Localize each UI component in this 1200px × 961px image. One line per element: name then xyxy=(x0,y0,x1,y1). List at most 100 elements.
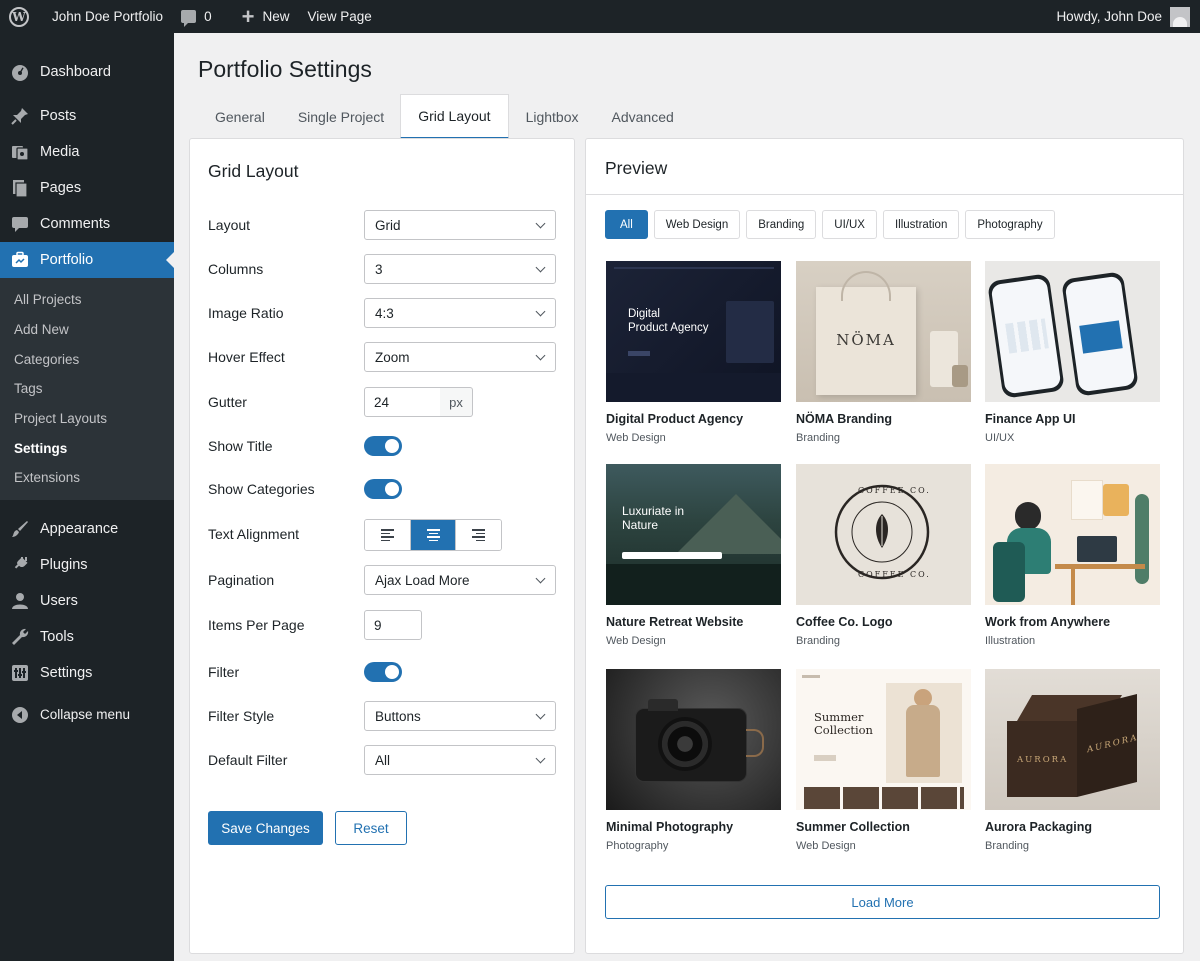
show-title-toggle[interactable] xyxy=(364,436,402,456)
portfolio-item[interactable]: Summer Collection Summer Collection Web … xyxy=(796,669,971,852)
settings-panel-title: Grid Layout xyxy=(208,161,299,181)
collapse-menu-button[interactable]: Collapse menu xyxy=(0,697,174,733)
pin-icon xyxy=(0,107,40,125)
chevron-down-icon xyxy=(535,306,546,317)
thumbnail-image xyxy=(985,261,1160,402)
portfolio-item[interactable]: Digital Product Agency Digital Product A… xyxy=(606,261,781,444)
page-title: Portfolio Settings xyxy=(198,56,372,82)
submenu-project-layouts[interactable]: Project Layouts xyxy=(0,404,174,434)
grid-layout-settings-panel: Grid Layout Layout Grid Columns 3 Image … xyxy=(189,138,575,954)
submenu-add-new[interactable]: Add New xyxy=(0,315,174,345)
account-menu[interactable]: Howdy, John Doe xyxy=(1056,0,1190,33)
portfolio-item[interactable]: Work from Anywhere Illustration xyxy=(985,464,1160,647)
dashboard-icon xyxy=(0,63,40,81)
default-filter-select[interactable]: All xyxy=(364,745,556,775)
new-label: New xyxy=(262,9,290,24)
tab-lightbox[interactable]: Lightbox xyxy=(509,94,596,139)
layout-select[interactable]: Grid xyxy=(364,210,556,240)
items-per-page-input[interactable]: 9 xyxy=(364,610,422,640)
submenu-tags[interactable]: Tags xyxy=(0,374,174,404)
text-alignment-group xyxy=(364,519,502,551)
filter-toggle[interactable] xyxy=(364,662,402,682)
portfolio-item[interactable]: AURORA AURORA Aurora Packaging Branding xyxy=(985,669,1160,852)
avatar xyxy=(1170,6,1190,27)
sidebar-item-dashboard[interactable]: Dashboard xyxy=(0,54,174,90)
sidebar-item-appearance[interactable]: Appearance xyxy=(0,511,174,547)
settings-icon xyxy=(0,664,40,682)
submenu-extensions[interactable]: Extensions xyxy=(0,463,174,493)
filter-style-select[interactable]: Buttons xyxy=(364,701,556,731)
portfolio-item[interactable]: NÖMA NÖMA Branding Branding xyxy=(796,261,971,444)
default-filter-label: Default Filter xyxy=(208,752,288,768)
submenu-categories[interactable]: Categories xyxy=(0,344,174,374)
sidebar-item-tools[interactable]: Tools xyxy=(0,619,174,655)
wrench-icon xyxy=(0,628,40,646)
image-ratio-label: Image Ratio xyxy=(208,305,284,321)
sidebar-item-media[interactable]: Media xyxy=(0,134,174,170)
show-categories-toggle[interactable] xyxy=(364,479,402,499)
wordpress-logo-icon[interactable]: W xyxy=(0,0,38,33)
sidebar-item-pages[interactable]: Pages xyxy=(0,170,174,206)
align-left-button[interactable] xyxy=(365,520,411,550)
items-per-page-label: Items Per Page xyxy=(208,617,305,633)
hover-effect-label: Hover Effect xyxy=(208,349,285,365)
filter-web-design-button[interactable]: Web Design xyxy=(653,210,741,239)
media-icon xyxy=(0,143,40,161)
thumbnail-image: COFFEE CO. COFFEE CO. xyxy=(796,464,971,605)
portfolio-item[interactable]: Luxuriate in Nature Nature Retreat Websi… xyxy=(606,464,781,647)
brush-icon xyxy=(0,520,40,538)
align-right-button[interactable] xyxy=(456,520,501,550)
plug-icon xyxy=(0,556,40,574)
reset-button[interactable]: Reset xyxy=(335,811,407,845)
comments-link[interactable]: 0 xyxy=(181,0,212,33)
pages-icon xyxy=(0,179,40,197)
filter-illustration-button[interactable]: Illustration xyxy=(882,210,960,239)
thumbnail-image: Summer Collection xyxy=(796,669,971,810)
filter-photography-button[interactable]: Photography xyxy=(965,210,1055,239)
chevron-down-icon xyxy=(535,350,546,361)
collapse-icon xyxy=(0,706,40,724)
columns-label: Columns xyxy=(208,261,264,277)
chevron-down-icon xyxy=(535,218,546,229)
thumbnail-image: Digital Product Agency xyxy=(606,261,781,402)
filter-uiux-button[interactable]: UI/UX xyxy=(822,210,877,239)
preview-panel: Preview All Web Design Branding UI/UX Il… xyxy=(585,138,1184,954)
submenu-all-projects[interactable]: All Projects xyxy=(0,285,174,315)
hover-effect-select[interactable]: Zoom xyxy=(364,342,556,372)
tab-grid-layout[interactable]: Grid Layout xyxy=(400,94,509,139)
show-categories-label: Show Categories xyxy=(208,481,315,497)
load-more-button[interactable]: Load More xyxy=(605,885,1160,919)
thumbnail-image: NÖMA xyxy=(796,261,971,402)
tab-single-project[interactable]: Single Project xyxy=(290,94,400,139)
portfolio-item[interactable]: Finance App UI UI/UX xyxy=(985,261,1160,444)
thumbnail-image xyxy=(985,464,1160,605)
view-page-link[interactable]: View Page xyxy=(307,0,371,33)
save-changes-button[interactable]: Save Changes xyxy=(208,811,323,845)
image-ratio-select[interactable]: 4:3 xyxy=(364,298,556,328)
columns-select[interactable]: 3 xyxy=(364,254,556,284)
tab-advanced[interactable]: Advanced xyxy=(596,94,690,139)
portfolio-item[interactable]: Minimal Photography Photography xyxy=(606,669,781,852)
new-content-link[interactable]: + New xyxy=(242,0,290,33)
align-center-button[interactable] xyxy=(410,520,457,550)
filter-all-button[interactable]: All xyxy=(605,210,648,239)
sidebar-item-plugins[interactable]: Plugins xyxy=(0,547,174,583)
portfolio-submenu: All Projects Add New Categories Tags Pro… xyxy=(0,278,174,500)
gutter-input[interactable]: 24 xyxy=(364,387,441,417)
comments-count: 0 xyxy=(204,9,212,24)
sidebar-item-comments[interactable]: Comments xyxy=(0,206,174,242)
portfolio-item[interactable]: COFFEE CO. COFFEE CO. Coffee Co. Logo Br… xyxy=(796,464,971,647)
sidebar-item-settings[interactable]: Settings xyxy=(0,655,174,691)
sidebar-item-users[interactable]: Users xyxy=(0,583,174,619)
sidebar-item-portfolio[interactable]: Portfolio xyxy=(0,242,174,278)
submenu-settings[interactable]: Settings xyxy=(0,433,174,463)
layout-label: Layout xyxy=(208,217,251,233)
filter-style-label: Filter Style xyxy=(208,708,275,724)
filter-label: Filter xyxy=(208,664,240,680)
pagination-select[interactable]: Ajax Load More xyxy=(364,565,556,595)
site-name-link[interactable]: John Doe Portfolio xyxy=(52,0,163,33)
filter-branding-button[interactable]: Branding xyxy=(746,210,817,239)
sidebar-item-posts[interactable]: Posts xyxy=(0,98,174,134)
thumbnail-image xyxy=(606,669,781,810)
tab-general[interactable]: General xyxy=(190,94,290,139)
